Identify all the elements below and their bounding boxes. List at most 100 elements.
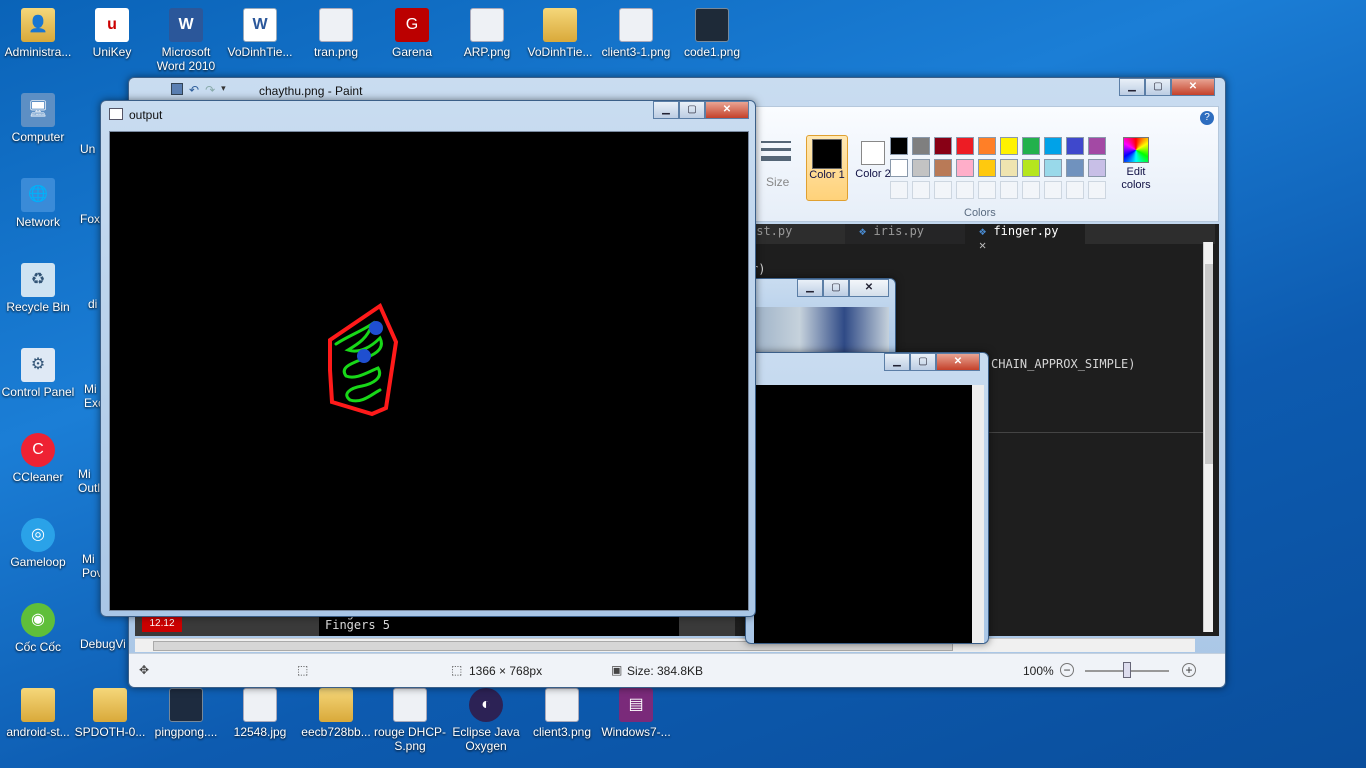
color2-button[interactable]: Color 2 (852, 135, 894, 201)
desktop-icon-windows7[interactable]: ▤ Windows7-... (598, 688, 674, 739)
tab-iris-py[interactable]: ❖ iris.py (845, 224, 965, 244)
palette-swatch[interactable] (956, 137, 974, 155)
vertical-scrollbar[interactable] (972, 385, 984, 643)
desktop-icon-android-st[interactable]: android-st... (0, 688, 76, 739)
palette-swatch[interactable] (890, 181, 908, 199)
undo-icon[interactable]: ↶ (189, 83, 199, 97)
help-icon[interactable]: ? (1200, 111, 1214, 125)
palette-swatch[interactable] (1088, 137, 1106, 155)
palette-swatch[interactable] (1000, 137, 1018, 155)
horizontal-scrollbar[interactable] (135, 638, 1195, 652)
palette-swatch[interactable] (934, 159, 952, 177)
palette-swatch[interactable] (934, 181, 952, 199)
size-icon[interactable] (761, 137, 791, 177)
desktop-icon-spdoth[interactable]: SPDOTH-0... (72, 688, 148, 739)
desktop-icon-12548-jpg[interactable]: 12548.jpg (222, 688, 298, 739)
scrollbar-thumb[interactable] (1205, 264, 1213, 464)
save-icon[interactable] (171, 83, 183, 95)
palette-swatch[interactable] (912, 137, 930, 155)
maximize-button[interactable]: ▢ (823, 279, 849, 297)
icon-label: tran.png (313, 45, 359, 59)
desktop-icon-eecb728bb[interactable]: eecb728bb... (298, 688, 374, 739)
palette-swatch[interactable] (1000, 159, 1018, 177)
zoom-in-button[interactable]: + (1182, 663, 1196, 677)
palette-swatch[interactable] (1000, 181, 1018, 199)
icon-label: SPDOTH-0... (74, 725, 146, 739)
desktop-icon-eclipse[interactable]: ◐ Eclipse Java Oxygen (448, 688, 524, 753)
palette-swatch[interactable] (890, 137, 908, 155)
desktop-icon-vodinhtie-folder[interactable]: VoDinhTie... (522, 8, 598, 59)
desktop-icon-recycle-bin[interactable]: ♻ Recycle Bin (0, 263, 76, 314)
chevron-down-icon[interactable]: ▾ (221, 83, 226, 97)
close-button[interactable]: ✕ (705, 101, 749, 119)
size-label: Size (766, 175, 790, 189)
palette-swatch[interactable] (912, 181, 930, 199)
desktop-icon-coccoc[interactable]: ◉ Cốc Cốc (0, 603, 76, 654)
desktop-icon-gameloop[interactable]: ◎ Gameloop (0, 518, 76, 569)
close-tab-icon[interactable]: ✕ (979, 238, 986, 252)
desktop-icon-partial[interactable]: DebugVi (80, 637, 132, 651)
close-button[interactable]: ✕ (936, 353, 980, 371)
desktop-icon-computer[interactable]: 🖥 Computer (0, 93, 76, 144)
desktop-icon-rouge-dhcp[interactable]: rouge DHCP-S.png (372, 688, 448, 753)
desktop-icon-network[interactable]: 🌐 Network (0, 178, 76, 229)
desktop-icon-vodinhtie-doc[interactable]: W VoDinhTie... (222, 8, 298, 59)
fingertip-point (369, 321, 383, 335)
vertical-scrollbar[interactable] (1203, 242, 1213, 632)
tab-finger-py[interactable]: ❖ finger.py ✕ (965, 224, 1085, 252)
icon-label: Cốc Cốc (14, 640, 61, 654)
desktop-icon-client3-1-png[interactable]: client3-1.png (598, 8, 674, 59)
palette-swatch[interactable] (1044, 181, 1062, 199)
color1-button[interactable]: Color 1 (806, 135, 848, 201)
palette-swatch[interactable] (978, 181, 996, 199)
desktop-icon-garena[interactable]: G Garena (374, 8, 450, 59)
palette-swatch[interactable] (912, 159, 930, 177)
palette-swatch[interactable] (1022, 159, 1040, 177)
palette-swatch[interactable] (956, 181, 974, 199)
output-window: output ▁ ▢ ✕ (100, 100, 756, 617)
palette-swatch[interactable] (1066, 159, 1084, 177)
desktop-icon-code1-png[interactable]: code1.png (674, 8, 750, 59)
palette-swatch[interactable] (1088, 181, 1106, 199)
maximize-button[interactable]: ▢ (1145, 78, 1171, 96)
palette-swatch[interactable] (978, 137, 996, 155)
paint-window-controls: ▁ ▢ ✕ (1119, 78, 1215, 96)
palette-swatch[interactable] (934, 137, 952, 155)
close-button[interactable]: ✕ (849, 279, 889, 297)
desktop-icon-control-panel[interactable]: ⚙ Control Panel (0, 348, 76, 399)
calendar-badge: 12.12 (142, 616, 182, 632)
close-button[interactable]: ✕ (1171, 78, 1215, 96)
palette-swatch[interactable] (1022, 137, 1040, 155)
redo-icon[interactable]: ↷ (205, 83, 215, 97)
minimize-button[interactable]: ▁ (797, 279, 823, 297)
palette-swatch[interactable] (890, 159, 908, 177)
desktop-icon-pingpong[interactable]: pingpong.... (148, 688, 224, 739)
output-title-bar[interactable]: output ▁ ▢ ✕ (101, 101, 755, 129)
desktop-icon-word[interactable]: W Microsoft Word 2010 (148, 8, 224, 73)
desktop-icon-administrator[interactable]: 👤 Administra... (0, 8, 76, 59)
zoom-slider-thumb[interactable] (1123, 662, 1131, 678)
palette-swatch[interactable] (956, 159, 974, 177)
icon-label: Gameloop (10, 555, 66, 569)
icon-label: eecb728bb... (301, 725, 371, 739)
minimize-button[interactable]: ▁ (884, 353, 910, 371)
palette-swatch[interactable] (978, 159, 996, 177)
desktop-icon-tran-png[interactable]: tran.png (298, 8, 374, 59)
maximize-button[interactable]: ▢ (679, 101, 705, 119)
color2-label: Color 2 (855, 168, 891, 180)
palette-swatch[interactable] (1066, 137, 1084, 155)
palette-swatch[interactable] (1088, 159, 1106, 177)
palette-swatch[interactable] (1022, 181, 1040, 199)
palette-swatch[interactable] (1044, 159, 1062, 177)
maximize-button[interactable]: ▢ (910, 353, 936, 371)
zoom-out-button[interactable]: − (1060, 663, 1074, 677)
palette-swatch[interactable] (1066, 181, 1084, 199)
palette-swatch[interactable] (1044, 137, 1062, 155)
desktop-icon-arp-png[interactable]: ARP.png (449, 8, 525, 59)
edit-colors-button[interactable]: Edit colors (1114, 137, 1158, 199)
minimize-button[interactable]: ▁ (1119, 78, 1145, 96)
desktop-icon-unikey[interactable]: u UniKey (74, 8, 150, 59)
minimize-button[interactable]: ▁ (653, 101, 679, 119)
desktop-icon-client3-png[interactable]: client3.png (524, 688, 600, 739)
desktop-icon-ccleaner[interactable]: C CCleaner (0, 433, 76, 484)
